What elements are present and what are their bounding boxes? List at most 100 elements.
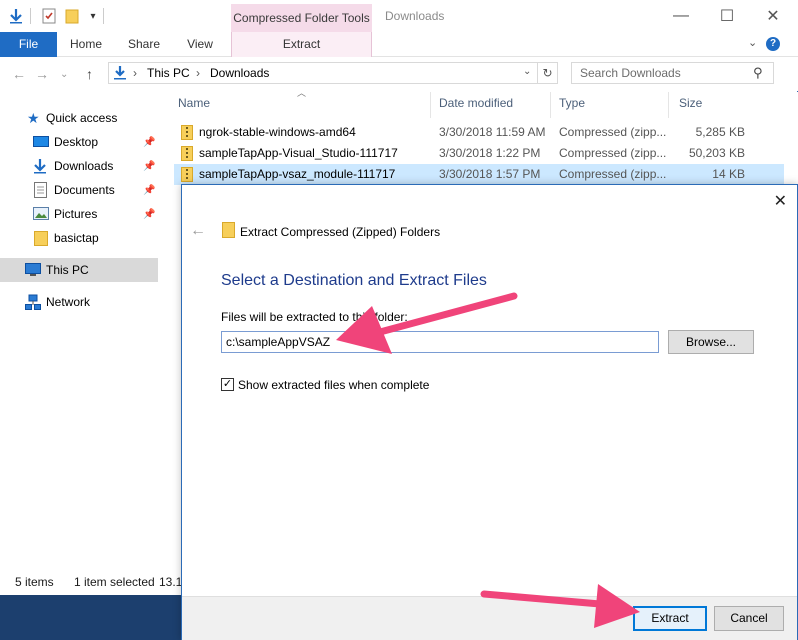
search-box[interactable]: Search Downloads ⚲ — [571, 62, 774, 84]
file-row-selected[interactable]: sampleTapApp-vsaz_module-111717 3/30/201… — [174, 164, 784, 185]
refresh-button[interactable]: ↻ — [538, 62, 558, 84]
folder-icon — [34, 230, 50, 246]
extract-dialog: ✕ ← Extract Compressed (Zipped) Folders … — [181, 184, 798, 640]
extract-button[interactable]: Extract — [633, 606, 707, 631]
column-header-type[interactable]: Type — [559, 96, 585, 110]
network-icon — [25, 294, 41, 310]
file-row[interactable]: ngrok-stable-windows-amd64 3/30/2018 11:… — [174, 122, 784, 143]
column-divider[interactable] — [550, 92, 551, 118]
file-date: 3/30/2018 1:22 PM — [439, 146, 541, 160]
file-type: Compressed (zipp... — [559, 125, 667, 139]
browse-button[interactable]: Browse... — [668, 330, 754, 354]
sort-ascending-icon: ︿ — [297, 88, 307, 98]
file-type: Compressed (zipp... — [559, 167, 667, 181]
file-size: 5,285 KB — [695, 125, 745, 139]
file-size: 50,203 KB — [688, 146, 745, 160]
column-divider[interactable] — [668, 92, 669, 118]
quick-access-download-icon[interactable] — [7, 7, 25, 25]
destination-label: Files will be extracted to this folder: — [221, 310, 408, 324]
context-tab-label: Compressed Folder Tools — [231, 4, 372, 32]
tab-file[interactable]: File — [0, 32, 57, 57]
status-selected: 1 item selected — [74, 575, 155, 589]
nav-item-desktop[interactable]: Desktop 📌 — [0, 130, 158, 154]
nav-item-this-pc[interactable]: This PC — [0, 258, 158, 282]
nav-item-documents[interactable]: Documents 📌 — [0, 178, 158, 202]
destination-field[interactable] — [221, 331, 659, 353]
nav-item-downloads[interactable]: Downloads 📌 — [0, 154, 158, 178]
file-row[interactable]: sampleTapApp-Visual_Studio-111717 3/30/2… — [174, 143, 784, 164]
back-arrow-icon[interactable]: ← — [12, 66, 26, 82]
file-name: ngrok-stable-windows-amd64 — [199, 125, 356, 139]
zip-folder-icon — [222, 222, 235, 238]
up-arrow-icon[interactable]: ↑ — [86, 66, 93, 82]
recent-locations-icon[interactable]: ⌄ — [60, 69, 68, 80]
location-download-icon — [113, 65, 127, 84]
dialog-heading: Select a Destination and Extract Files — [221, 272, 487, 289]
new-folder-icon[interactable] — [63, 7, 81, 25]
close-window-button[interactable]: ✕ — [750, 0, 796, 32]
expand-ribbon-icon[interactable]: ⌄ — [748, 36, 757, 49]
document-icon — [34, 182, 50, 198]
breadcrumb-chevron-icon[interactable]: › — [133, 66, 137, 80]
navigation-pane: ★ Quick access Desktop 📌 Downloads 📌 Doc… — [0, 92, 160, 570]
star-icon: ★ — [27, 110, 40, 126]
title-bar: ▾ Compressed Folder Tools Downloads — ☐ … — [0, 0, 798, 32]
file-date: 3/30/2018 11:59 AM — [439, 125, 546, 139]
file-type: Compressed (zipp... — [559, 146, 667, 160]
help-icon[interactable]: ? — [766, 37, 780, 51]
picture-icon — [33, 207, 49, 223]
cancel-button[interactable]: Cancel — [714, 606, 784, 631]
tab-extract[interactable]: Extract — [231, 32, 372, 57]
file-name: sampleTapApp-vsaz_module-111717 — [199, 167, 396, 181]
breadcrumb-chevron-icon-2[interactable]: › — [196, 66, 200, 80]
forward-arrow-icon[interactable]: → — [35, 66, 49, 82]
address-dropdown-icon[interactable]: ⌄ — [523, 66, 531, 77]
nav-label: Network — [46, 295, 91, 309]
column-header-date[interactable]: Date modified — [439, 96, 513, 110]
download-arrow-icon — [33, 158, 49, 174]
column-header-name[interactable]: Name — [178, 96, 210, 110]
nav-item-network[interactable]: Network — [0, 290, 158, 314]
nav-label: This PC — [46, 263, 89, 277]
file-date: 3/30/2018 1:57 PM — [439, 167, 541, 181]
qat-divider — [30, 8, 31, 24]
pin-icon: 📌 — [143, 184, 156, 196]
computer-icon — [25, 263, 41, 279]
nav-label: Desktop — [54, 135, 99, 149]
desktop-icon — [33, 135, 49, 151]
nav-label: Documents — [54, 183, 115, 197]
dialog-title: Extract Compressed (Zipped) Folders — [240, 225, 441, 239]
nav-label: Pictures — [54, 207, 98, 221]
back-arrow-icon[interactable]: ← — [190, 222, 206, 240]
column-divider[interactable] — [430, 92, 431, 118]
status-item-count: 5 items — [15, 575, 54, 589]
minimize-button[interactable]: — — [658, 0, 704, 32]
window-title: Downloads — [385, 9, 445, 23]
properties-icon[interactable] — [40, 7, 58, 25]
nav-item-pictures[interactable]: Pictures 📌 — [0, 202, 158, 226]
breadcrumb-downloads[interactable]: Downloads — [210, 66, 269, 80]
zip-folder-icon — [181, 125, 193, 140]
qat-divider-2 — [103, 8, 104, 24]
customize-toolbar-icon[interactable]: ▾ — [84, 7, 102, 25]
nav-label: Downloads — [54, 159, 114, 173]
file-size: 14 KB — [712, 167, 745, 181]
tab-home[interactable]: Home — [62, 32, 110, 57]
zip-folder-icon — [181, 146, 193, 161]
breadcrumb-this-pc[interactable]: This PC — [147, 66, 190, 80]
maximize-button[interactable]: ☐ — [704, 0, 750, 32]
dialog-footer: Extract Cancel — [182, 596, 797, 640]
search-icon[interactable]: ⚲ — [753, 65, 763, 81]
show-files-label: Show extracted files when complete — [238, 378, 430, 392]
close-icon[interactable]: ✕ — [774, 191, 787, 211]
show-files-checkbox[interactable]: ✓ — [221, 378, 234, 391]
nav-item-quick-access[interactable]: ★ Quick access — [0, 106, 158, 130]
tab-share[interactable]: Share — [120, 32, 168, 57]
nav-label: basictap — [54, 231, 99, 245]
address-field[interactable]: › This PC › Downloads ⌄ — [108, 62, 538, 84]
column-header-size[interactable]: Size — [679, 96, 702, 110]
file-name: sampleTapApp-Visual_Studio-111717 — [199, 146, 398, 160]
tab-view[interactable]: View — [176, 32, 224, 57]
pin-icon: 📌 — [143, 208, 156, 220]
nav-item-basictap[interactable]: basictap — [0, 226, 158, 250]
